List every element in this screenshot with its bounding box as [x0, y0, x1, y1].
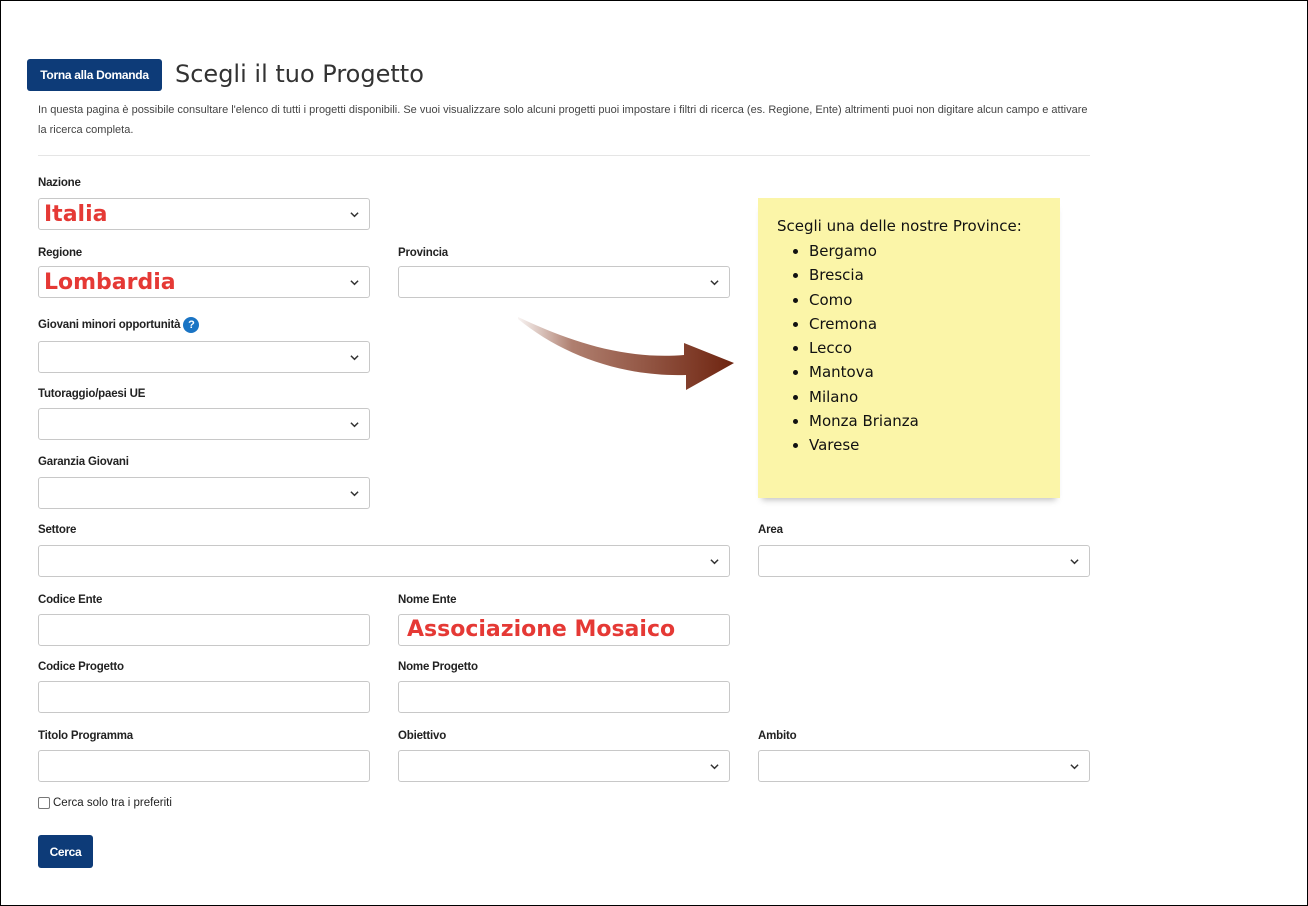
regione-select[interactable]: Lombardia [38, 266, 370, 298]
nazione-select[interactable]: Italia [38, 198, 370, 230]
giovani-select[interactable] [38, 341, 370, 373]
chevron-down-icon [350, 279, 359, 285]
nazione-label: Nazione [38, 177, 81, 189]
chevron-down-icon [350, 490, 359, 496]
settore-select[interactable] [38, 545, 730, 577]
area-select[interactable] [758, 545, 1090, 577]
chevron-down-icon [1070, 763, 1079, 769]
garanzia-label: Garanzia Giovani [38, 456, 129, 468]
settore-label: Settore [38, 524, 77, 536]
chevron-down-icon [350, 421, 359, 427]
preferiti-label: Cerca solo tra i preferiti [53, 797, 172, 810]
province-item: Varese [809, 433, 1060, 457]
provincia-label: Provincia [398, 247, 448, 259]
chevron-down-icon [710, 763, 719, 769]
chevron-down-icon [710, 558, 719, 564]
preferiti-checkbox[interactable] [38, 797, 50, 809]
area-label: Area [758, 524, 783, 536]
tutoraggio-label: Tutoraggio/paesi UE [38, 388, 146, 400]
header-divider [38, 155, 1090, 156]
nazione-value: Italia [44, 201, 108, 227]
province-item: Bergamo [809, 239, 1060, 263]
obiettivo-label: Obiettivo [398, 730, 447, 742]
titolo-programma-label: Titolo Programma [38, 730, 133, 742]
provinces-sticky-note: Scegli una delle nostre Province: Bergam… [758, 198, 1060, 498]
obiettivo-select[interactable] [398, 750, 730, 782]
note-title: Scegli una delle nostre Province: [777, 217, 1022, 235]
page-title: Scegli il tuo Progetto [175, 60, 424, 88]
chevron-down-icon [710, 279, 719, 285]
province-list: Bergamo Brescia Como Cremona Lecco Manto… [777, 239, 1060, 458]
giovani-label: Giovani minori opportunità? [38, 317, 200, 333]
nome-ente-input[interactable]: Associazione Mosaico [398, 614, 730, 646]
search-button[interactable]: Cerca [38, 835, 93, 868]
curved-arrow-icon [518, 317, 734, 390]
question-circle-icon[interactable]: ? [183, 317, 200, 333]
regione-label: Regione [38, 247, 82, 259]
province-item: Mantova [809, 360, 1060, 384]
provincia-select[interactable] [398, 266, 730, 298]
chevron-down-icon [350, 211, 359, 217]
ambito-select[interactable] [758, 750, 1090, 782]
nome-ente-value: Associazione Mosaico [407, 617, 676, 642]
codice-ente-input[interactable] [38, 614, 370, 646]
chevron-down-icon [350, 354, 359, 360]
giovani-label-text: Giovani minori opportunità [38, 319, 181, 332]
ambito-label: Ambito [758, 730, 797, 742]
codice-ente-label: Codice Ente [38, 594, 103, 606]
regione-value: Lombardia [44, 269, 176, 295]
codice-progetto-input[interactable] [38, 681, 370, 713]
province-item: Como [809, 288, 1060, 312]
garanzia-select[interactable] [38, 477, 370, 509]
chevron-down-icon [1070, 558, 1079, 564]
tutoraggio-select[interactable] [38, 408, 370, 440]
back-to-application-button[interactable]: Torna alla Domanda [27, 59, 162, 91]
province-item: Monza Brianza [809, 409, 1060, 433]
titolo-programma-input[interactable] [38, 750, 370, 782]
page-intro: In questa pagina è possibile consultare … [38, 104, 1088, 136]
nome-ente-label: Nome Ente [398, 594, 457, 606]
nome-progetto-input[interactable] [398, 681, 730, 713]
province-item: Milano [809, 385, 1060, 409]
codice-progetto-label: Codice Progetto [38, 661, 124, 673]
province-item: Brescia [809, 263, 1060, 287]
province-item: Cremona [809, 312, 1060, 336]
preferiti-option[interactable]: Cerca solo tra i preferiti [38, 797, 172, 809]
province-item: Lecco [809, 336, 1060, 360]
nome-progetto-label: Nome Progetto [398, 661, 478, 673]
